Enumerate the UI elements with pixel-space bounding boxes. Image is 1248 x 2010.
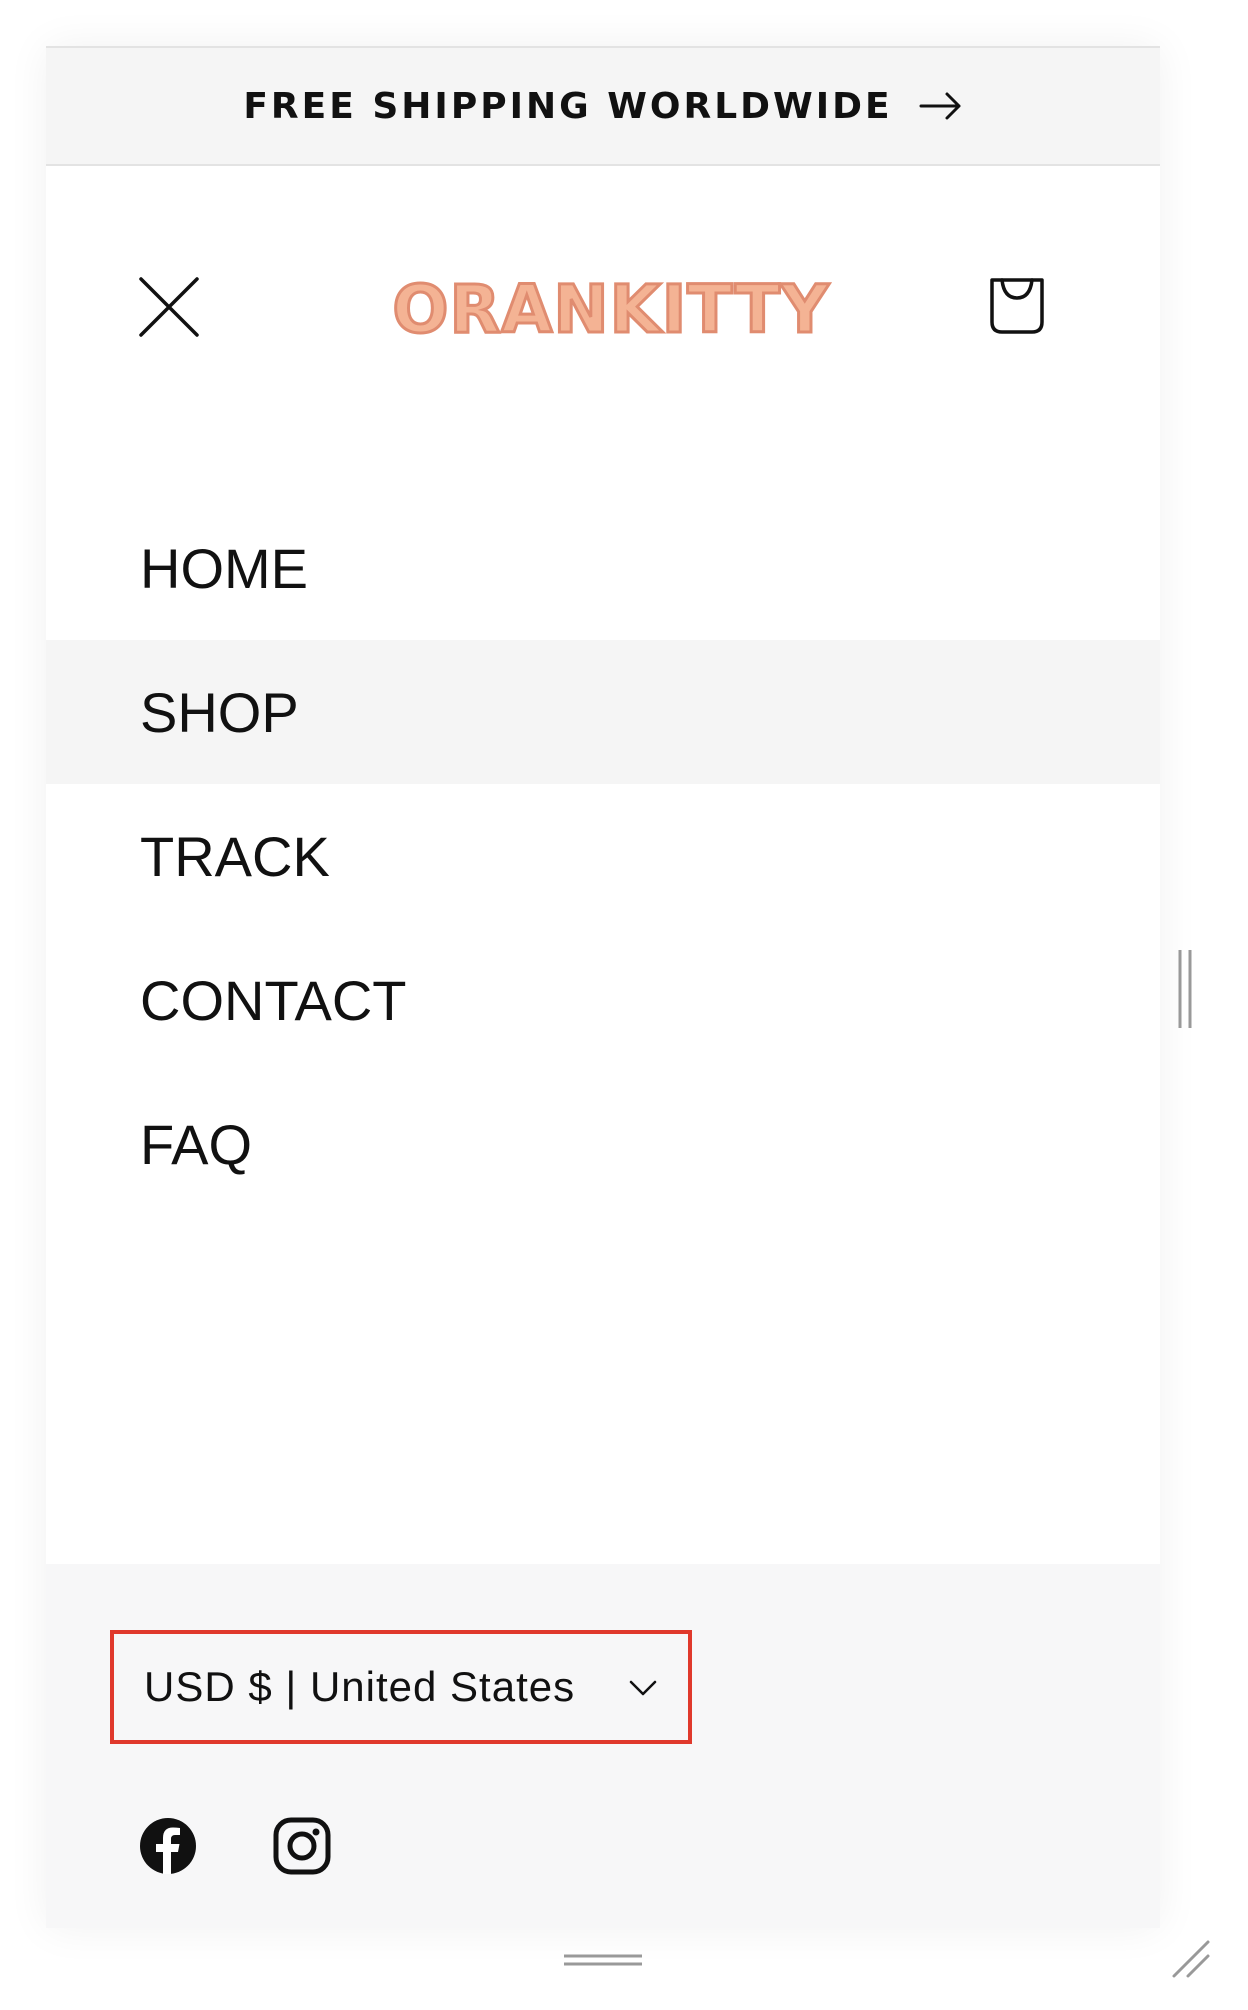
brand-logo[interactable]: ORANKITTY	[391, 269, 830, 349]
shopping-bag-icon	[990, 278, 1044, 334]
chevron-down-icon	[629, 1680, 657, 1696]
page: FREE SHIPPING WORLDWIDE ORANKITTY HOME S…	[0, 0, 1248, 2010]
currency-country-selector[interactable]: USD $ | United States	[110, 1630, 692, 1744]
resize-grip-icon[interactable]	[1170, 1938, 1212, 1980]
scrollbar-handle[interactable]	[1176, 948, 1196, 1030]
facebook-link[interactable]	[138, 1816, 198, 1876]
drawer-header: ORANKITTY	[46, 166, 1160, 366]
drawer-footer: USD $ | United States	[46, 1564, 1160, 1928]
instagram-link[interactable]	[272, 1816, 332, 1876]
announcement-text: FREE SHIPPING WORLDWIDE	[243, 85, 893, 127]
menu-item-home[interactable]: HOME	[46, 496, 1160, 640]
close-icon	[139, 277, 199, 337]
facebook-icon	[140, 1818, 196, 1874]
logo-text: ORANKITTY	[391, 269, 830, 349]
close-button[interactable]	[138, 276, 200, 338]
main-menu: HOME SHOP TRACK CONTACT FAQ	[46, 496, 1160, 1216]
menu-drawer: FREE SHIPPING WORLDWIDE ORANKITTY HOME S…	[46, 46, 1160, 1928]
menu-item-shop[interactable]: SHOP	[46, 640, 1160, 784]
menu-item-contact[interactable]: CONTACT	[46, 928, 1160, 1072]
arrow-right-icon	[919, 92, 961, 120]
menu-item-track[interactable]: TRACK	[46, 784, 1160, 928]
instagram-icon	[273, 1817, 331, 1875]
announcement-bar[interactable]: FREE SHIPPING WORLDWIDE	[46, 46, 1160, 166]
menu-item-faq[interactable]: FAQ	[46, 1072, 1160, 1216]
drag-handle[interactable]	[562, 1950, 644, 1970]
cart-button[interactable]	[986, 274, 1048, 336]
locale-label: USD $ | United States	[144, 1663, 576, 1710]
